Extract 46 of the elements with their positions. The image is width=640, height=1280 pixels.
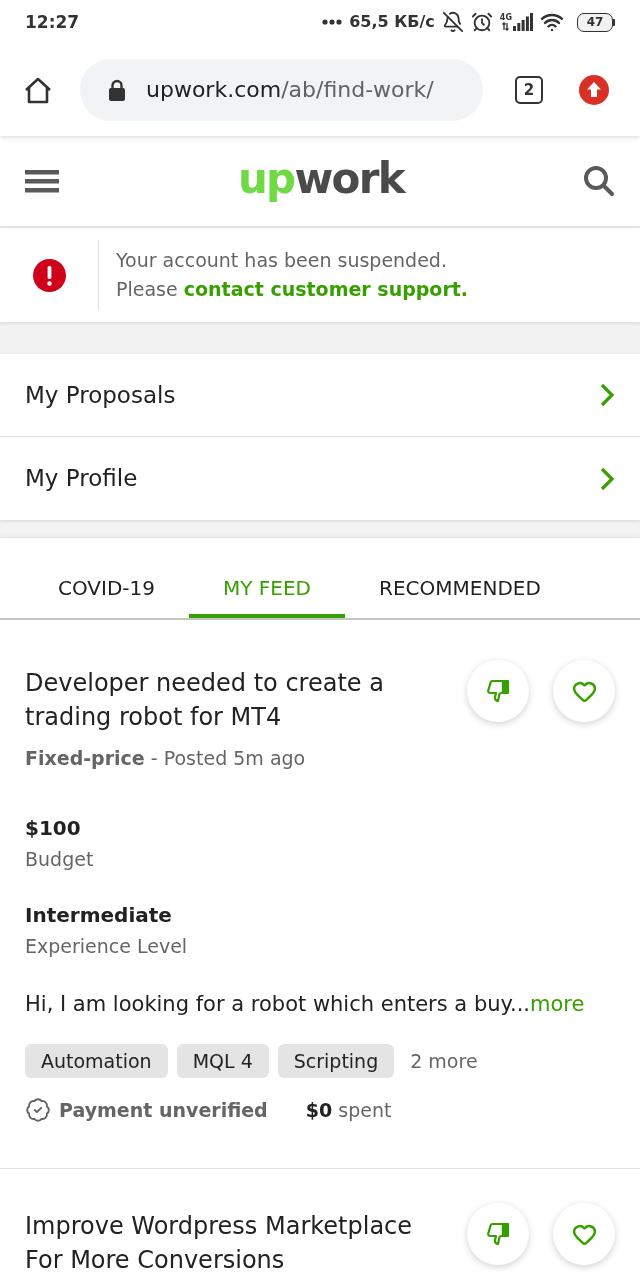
brand-logo[interactable]: upwork [237, 158, 405, 204]
job-description: Hi, I am looking for a robot which enters a buy...more [25, 991, 585, 1018]
search-icon[interactable] [583, 165, 615, 197]
more-skills-link[interactable]: 2 more [410, 1046, 478, 1076]
battery-indicator: 47 [577, 12, 615, 32]
lock-icon [108, 79, 126, 101]
alert-message: Your account has been suspended. Please contact customer support. [116, 248, 469, 302]
feed-tab[interactable]: COVID-19 [24, 538, 189, 618]
bell-off-icon [441, 11, 464, 33]
thumbs-down-icon [486, 679, 510, 703]
network-speed: 65,5 КБ/с [349, 14, 435, 30]
job-title[interactable]: Developer needed to create a trading robot for MT4 [25, 666, 445, 734]
url-text: upwork.com/ab/find-work/ [146, 79, 434, 101]
job-title[interactable]: Improve Wordpress Marketplace For More Conversions [25, 1209, 445, 1277]
alarm-clock-icon [470, 11, 493, 33]
menu-icon[interactable] [25, 169, 59, 193]
detail-label: Budget [25, 847, 94, 872]
error-icon [32, 258, 66, 292]
feed-tab[interactable]: RECOMMENDED [345, 538, 575, 618]
notification-dots-icon [322, 19, 343, 25]
chevron-right-icon [599, 382, 615, 408]
chevron-right-icon [599, 465, 615, 492]
save-job-button[interactable] [553, 1203, 615, 1265]
signal-bars-icon [513, 13, 533, 31]
detail-value: $100 [25, 815, 81, 842]
payment-status-text: Payment unverified [59, 1097, 268, 1123]
job-meta-text: Fixed-price - Posted 5m ago [25, 747, 306, 769]
menu-row[interactable]: My Proposals [0, 354, 640, 437]
save-job-button[interactable] [553, 660, 615, 722]
network-type-label: 4G [499, 13, 512, 22]
skill-tag[interactable]: Scripting [277, 1044, 395, 1078]
detail-label: Experience Level [25, 934, 188, 959]
menu-row[interactable]: My Profile [0, 437, 640, 520]
thumbs-down-icon [486, 1222, 510, 1246]
skill-tag[interactable]: Automation [25, 1044, 168, 1078]
address-bar[interactable]: upwork.com/ab/find-work/ [80, 59, 483, 121]
detail-value: Intermediate [25, 902, 172, 929]
skill-tag[interactable]: MQL 4 [176, 1044, 269, 1078]
check-badge-icon [25, 1097, 51, 1123]
client-spent-text: $0 spent [305, 1097, 392, 1123]
status-time: 12:27 [25, 13, 80, 31]
dislike-button[interactable] [467, 660, 529, 722]
home-icon[interactable] [24, 76, 52, 104]
dislike-button[interactable] [467, 1203, 529, 1265]
data-arrows-icon [502, 22, 510, 31]
tab-switcher-button[interactable]: 2 [515, 76, 543, 104]
